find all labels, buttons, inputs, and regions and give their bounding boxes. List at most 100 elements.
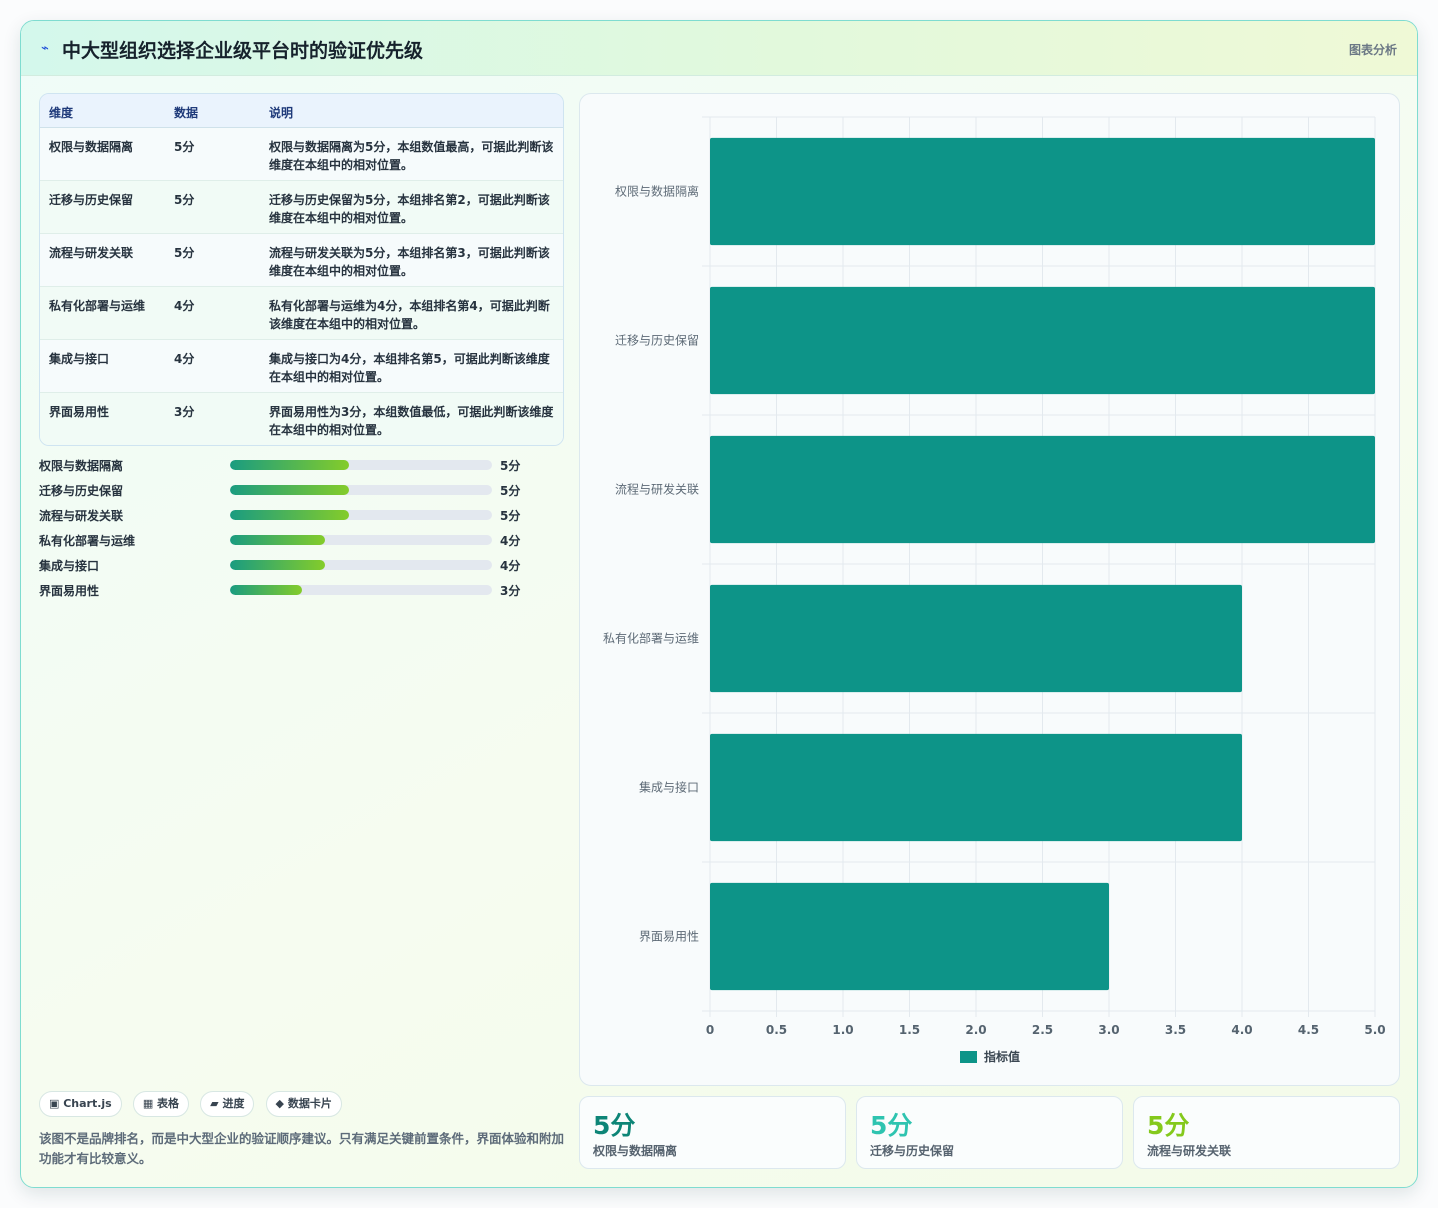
tag-pills: ▣ Chart.js ▦ 表格 ▰ 进度 ◆ 数据卡片	[39, 1091, 348, 1117]
bar	[710, 137, 1375, 246]
pill-datacard[interactable]: ◆ 数据卡片	[265, 1091, 342, 1117]
row-value: 5分	[174, 140, 195, 154]
table-row: 权限与数据隔离 5分 权限与数据隔离为5分，本组数值最高，可据此判断该维度在本组…	[40, 128, 563, 181]
kpi-cards: 5分 权限与数据隔离 5分 迁移与历史保留 5分 流程与研发关联	[579, 1096, 1400, 1169]
progress-label: 迁移与历史保留	[39, 484, 124, 498]
progress-fill	[230, 485, 350, 495]
kpi-card: 5分 权限与数据隔离	[579, 1096, 846, 1169]
y-tick-label: 集成与接口	[639, 780, 699, 795]
y-tick-label: 界面易用性	[639, 930, 699, 944]
page-title: 中大型组织选择企业级平台时的验证优先级	[62, 40, 424, 62]
bar-chart: 0 0.5 1.0 1.5 2.0 2.5 3.0 3.5 4.0 4.5 5.0 权限与数据隔离迁移…	[603, 116, 1386, 1064]
header: ⌁ 中大型组织选择企业级平台时的验证优先级 图表分析	[21, 21, 1417, 76]
kpi-card: 5分 流程与研发关联	[1133, 1096, 1400, 1169]
row-value: 5分	[174, 193, 195, 207]
progress-fill	[230, 535, 326, 545]
progress-label: 集成与接口	[39, 559, 100, 573]
table-row: 私有化部署与运维 4分 私有化部署与运维为4分，本组排名第4，可据此判断该维度在…	[40, 287, 563, 340]
note-text: 该图不是品牌排名，而是中大型企业的验证顺序建议。只有满足关键前置条件，界面体验和…	[39, 1131, 565, 1166]
row-name: 私有化部署与运维	[49, 299, 146, 313]
row-desc: 流程与研发关联为5分，本组排名第3，可据此判断该维度在本组中的相对位置。	[269, 246, 550, 278]
progress-row: 界面易用性 3分	[39, 580, 539, 605]
progress-fill	[230, 585, 302, 595]
progress-fill	[230, 560, 326, 570]
x-tick-label: 2.0	[965, 1023, 986, 1037]
row-value: 5分	[174, 246, 195, 260]
bar	[710, 286, 1375, 395]
y-tick-label: 私有化部署与运维	[603, 631, 699, 646]
table-header-data: 数据	[174, 106, 199, 120]
progress-track	[230, 560, 492, 570]
x-tick-label: 0.5	[766, 1023, 787, 1037]
progress-row: 权限与数据隔离 5分	[39, 455, 539, 480]
progress-value: 4分	[500, 559, 521, 573]
progress-label: 私有化部署与运维	[39, 534, 136, 548]
progress-row: 流程与研发关联 5分	[39, 505, 539, 530]
x-tick-label: 1.0	[832, 1023, 853, 1037]
row-name: 集成与接口	[49, 352, 110, 366]
x-tick-label: 4.0	[1231, 1023, 1252, 1037]
progress-fill	[230, 510, 350, 520]
row-value: 4分	[174, 352, 195, 366]
row-name: 流程与研发关联	[49, 246, 134, 260]
progress-track	[230, 510, 492, 520]
progress-value: 4分	[500, 534, 521, 548]
x-tick-label: 5.0	[1364, 1023, 1385, 1037]
y-tick-label: 权限与数据隔离	[615, 184, 699, 199]
table-row: 集成与接口 4分 集成与接口为4分，本组排名第5，可据此判断该维度在本组中的相对…	[40, 340, 563, 393]
bar	[710, 435, 1375, 544]
table-header-desc: 说明	[269, 106, 294, 120]
progress-value: 3分	[500, 584, 521, 598]
row-desc: 私有化部署与运维为4分，本组排名第4，可据此判断该维度在本组中的相对位置。	[269, 299, 550, 331]
pill-chartjs[interactable]: ▣ Chart.js	[39, 1091, 122, 1117]
table-row: 流程与研发关联 5分 流程与研发关联为5分，本组排名第3，可据此判断该维度在本组…	[40, 234, 563, 287]
table-row: 迁移与历史保留 5分 迁移与历史保留为5分，本组排名第2，可据此判断该维度在本组…	[40, 181, 563, 234]
row-name: 迁移与历史保留	[49, 193, 134, 207]
progress-label: 界面易用性	[39, 584, 100, 598]
progress-list: 权限与数据隔离 5分 迁移与历史保留 5分 流程与研发关联 5分 私有化部署与运…	[39, 455, 539, 605]
row-name: 权限与数据隔离	[49, 140, 134, 154]
row-desc: 集成与接口为4分，本组排名第5，可据此判断该维度在本组中的相对位置。	[269, 352, 550, 384]
progress-label: 权限与数据隔离	[39, 459, 124, 473]
progress-value: 5分	[500, 509, 521, 523]
data-table: 维度 数据 说明 权限与数据隔离 5分 权限与数据隔离为5分，本组数值最高，可据…	[39, 93, 564, 446]
main-card: ⌁ 中大型组织选择企业级平台时的验证优先级 图表分析 维度 数据 说明 权限与数…	[20, 20, 1418, 1188]
progress-value: 5分	[500, 484, 521, 498]
pill-table[interactable]: ▦ 表格	[132, 1091, 190, 1117]
kpi-label: 迁移与历史保留	[870, 1144, 955, 1158]
y-tick-label: 流程与研发关联	[615, 482, 699, 497]
row-desc: 权限与数据隔离为5分，本组数值最高，可据此判断该维度在本组中的相对位置。	[269, 140, 554, 172]
chart-panel: 0 0.5 1.0 1.5 2.0 2.5 3.0 3.5 4.0 4.5 5.0 权限与数据隔离 迁移…	[579, 93, 1400, 1086]
bar	[710, 882, 1109, 991]
kpi-label: 权限与数据隔离	[593, 1144, 678, 1158]
progress-track	[230, 585, 492, 595]
kpi-value: 5分	[1147, 1111, 1190, 1140]
row-value: 4分	[174, 299, 195, 313]
progress-track	[230, 535, 492, 545]
legend-swatch	[960, 1051, 977, 1063]
x-tick-label: 3.0	[1098, 1023, 1119, 1037]
x-tick-label: 0	[706, 1023, 714, 1037]
row-value: 3分	[174, 405, 195, 419]
progress-fill	[230, 460, 350, 470]
progress-track	[230, 485, 492, 495]
pill-progress[interactable]: ▰ 进度	[200, 1091, 255, 1117]
row-desc: 迁移与历史保留为5分，本组排名第2，可据此判断该维度在本组中的相对位置。	[269, 193, 550, 225]
x-tick-label: 1.5	[899, 1023, 920, 1037]
bar	[710, 733, 1242, 842]
progress-row: 迁移与历史保留 5分	[39, 480, 539, 505]
progress-row: 集成与接口 4分	[39, 555, 539, 580]
header-tag: 图表分析	[1348, 43, 1397, 57]
x-tick-label: 2.5	[1032, 1023, 1053, 1037]
x-tick-label: 4.5	[1298, 1023, 1319, 1037]
kpi-value: 5分	[870, 1111, 913, 1140]
logo-icon: ⌁	[41, 41, 49, 56]
x-tick-label: 3.5	[1165, 1023, 1186, 1037]
table-header-dimension: 维度	[49, 106, 74, 120]
kpi-label: 流程与研发关联	[1147, 1144, 1232, 1158]
progress-row: 私有化部署与运维 4分	[39, 530, 539, 555]
kpi-value: 5分	[593, 1111, 636, 1140]
progress-value: 5分	[500, 459, 521, 473]
progress-label: 流程与研发关联	[39, 509, 124, 523]
table-row: 界面易用性 3分 界面易用性为3分，本组数值最低，可据此判断该维度在本组中的相对…	[40, 393, 563, 445]
